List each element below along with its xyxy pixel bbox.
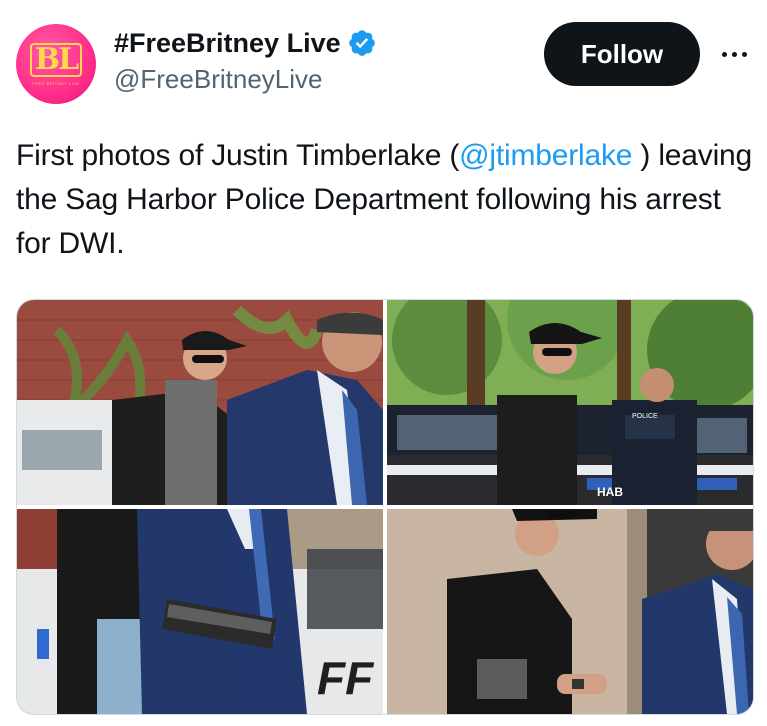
photo-1[interactable] [17, 300, 383, 505]
mention-link[interactable]: @jtimberlake [459, 139, 632, 172]
avatar[interactable]: BL FREE BRITNEY LIVE [16, 24, 96, 104]
photo-4[interactable] [387, 509, 753, 714]
more-dot [741, 51, 747, 57]
media-grid: POLICE HAB FF [16, 299, 754, 715]
avatar-subtext: FREE BRITNEY LIVE [32, 80, 80, 86]
follow-button[interactable]: Follow [544, 22, 700, 86]
photo-2-image: POLICE HAB [387, 300, 753, 505]
tweet-text: First photos of Justin Timberlake (@jtim… [16, 134, 756, 266]
handle[interactable]: @FreeBritneyLive [114, 62, 377, 96]
display-name-row[interactable]: #FreeBritney Live [114, 26, 377, 60]
more-icon[interactable] [712, 36, 756, 72]
car-side-text-ff: FF [317, 652, 375, 704]
more-dot [721, 51, 727, 57]
photo-4-image [387, 509, 753, 714]
display-name[interactable]: #FreeBritney Live [114, 26, 341, 60]
more-dot [731, 51, 737, 57]
verified-badge-icon [348, 30, 375, 56]
photo-2[interactable]: POLICE HAB [387, 300, 753, 505]
avatar-logo: BL [29, 42, 83, 77]
police-text: POLICE [632, 413, 658, 420]
tweet-text-before: First photos of Justin Timberlake ( [16, 139, 460, 172]
photo-3[interactable]: FF [17, 509, 383, 714]
car-side-text: HAB [597, 485, 623, 499]
photo-1-image [17, 300, 383, 505]
account-name-block: #FreeBritney Live @FreeBritneyLive [114, 26, 377, 96]
photo-3-image: FF [17, 509, 383, 714]
